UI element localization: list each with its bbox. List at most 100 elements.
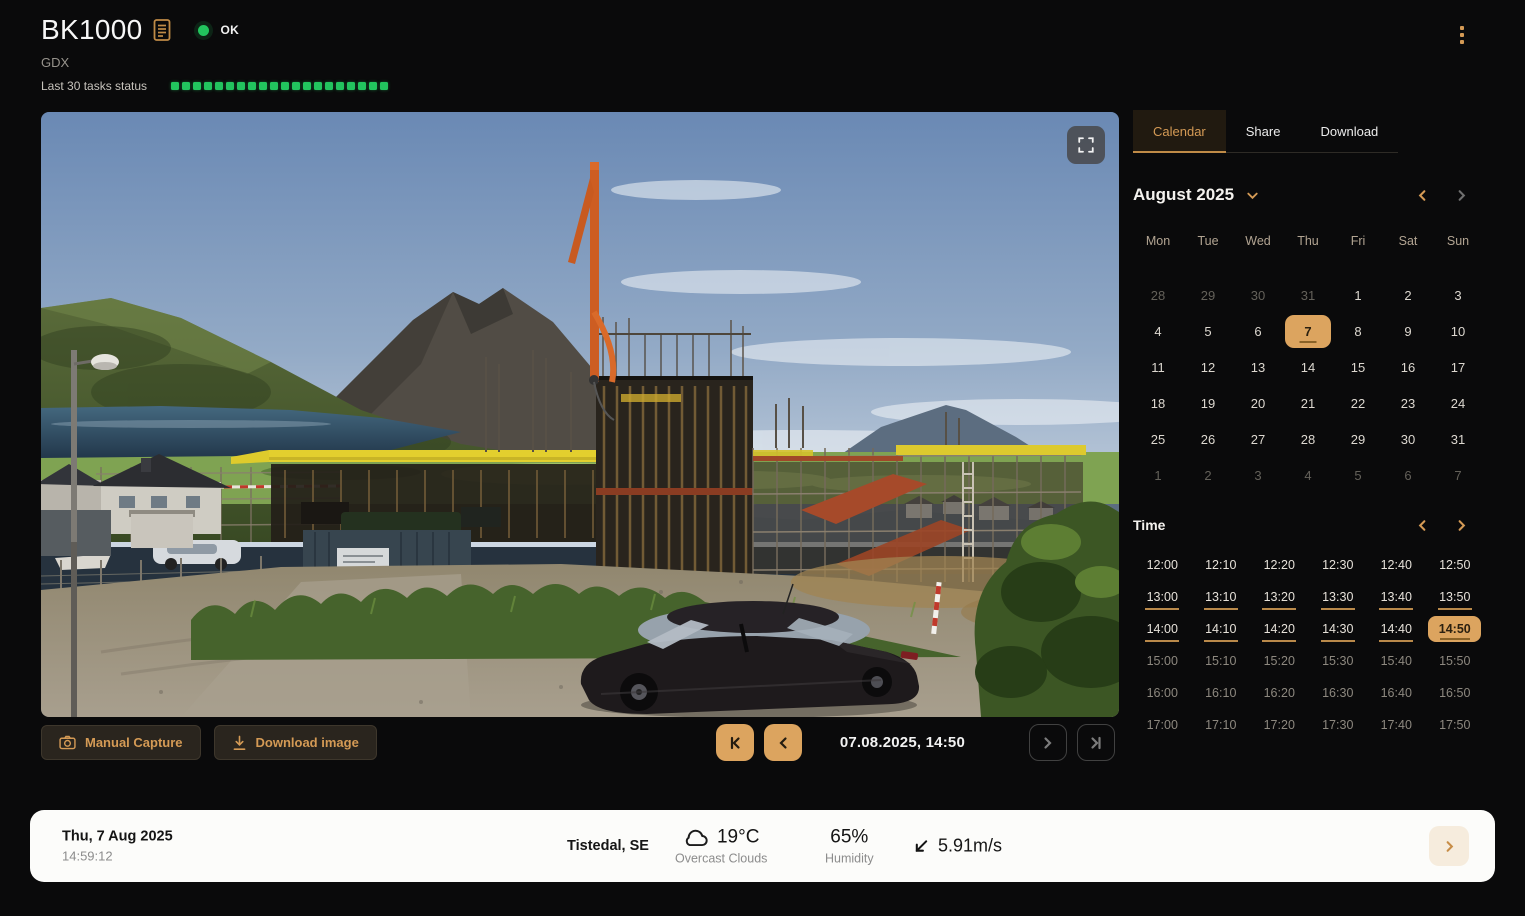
time-slot[interactable]: 13:50 [1426, 581, 1485, 613]
task-status-square [270, 82, 278, 90]
time-slot[interactable]: 13:00 [1133, 581, 1192, 613]
manual-capture-button[interactable]: Manual Capture [41, 725, 201, 760]
time-slot[interactable]: 13:40 [1367, 581, 1426, 613]
task-status-square [215, 82, 223, 90]
calendar-day[interactable]: 31 [1283, 277, 1333, 313]
weekday-label: Thu [1283, 225, 1333, 257]
calendar-day[interactable]: 10 [1433, 313, 1483, 349]
time-slot[interactable]: 12:40 [1367, 549, 1426, 581]
calendar-day[interactable]: 2 [1183, 457, 1233, 493]
task-status-square [303, 82, 311, 90]
tab[interactable]: Download [1300, 110, 1398, 152]
time-slot[interactable]: 12:50 [1426, 549, 1485, 581]
task-status-square [380, 82, 388, 90]
calendar-day[interactable]: 30 [1383, 421, 1433, 457]
calendar-day[interactable]: 2 [1383, 277, 1433, 313]
task-status-square [369, 82, 377, 90]
earlier-times-button[interactable] [1415, 518, 1430, 533]
calendar-day[interactable]: 9 [1383, 313, 1433, 349]
next-month-button [1454, 188, 1469, 203]
chevron-right-icon [1454, 518, 1469, 533]
calendar-day[interactable]: 19 [1183, 385, 1233, 421]
calendar-day[interactable]: 28 [1283, 421, 1333, 457]
calendar-day[interactable]: 1 [1133, 457, 1183, 493]
webcam-photo [41, 112, 1119, 717]
time-slot[interactable]: 13:20 [1250, 581, 1309, 613]
calendar-day[interactable]: 6 [1383, 457, 1433, 493]
calendar-day[interactable]: 11 [1133, 349, 1183, 385]
calendar-day[interactable]: 27 [1233, 421, 1283, 457]
task-status-square [171, 82, 179, 90]
calendar-day[interactable]: 4 [1133, 313, 1183, 349]
calendar-day[interactable]: 31 [1433, 421, 1483, 457]
calendar-day[interactable]: 30 [1233, 277, 1283, 313]
calendar-day[interactable]: 25 [1133, 421, 1183, 457]
calendar-day[interactable]: 17 [1433, 349, 1483, 385]
time-slot[interactable]: 13:30 [1309, 581, 1368, 613]
calendar-day[interactable]: 5 [1183, 313, 1233, 349]
weekday-label: Fri [1333, 225, 1383, 257]
humidity-label: Humidity [825, 852, 874, 866]
kebab-menu-icon[interactable] [1452, 24, 1472, 46]
time-slot[interactable]: 13:10 [1192, 581, 1251, 613]
month-dropdown[interactable] [1245, 188, 1260, 203]
calendar-day[interactable]: 29 [1333, 421, 1383, 457]
calendar-day[interactable]: 3 [1433, 277, 1483, 313]
document-icon[interactable] [152, 18, 172, 42]
calendar-day[interactable]: 3 [1233, 457, 1283, 493]
calendar-day[interactable]: 7 [1285, 315, 1331, 348]
page-title: BK1000 [41, 14, 142, 46]
time-slot[interactable]: 12:00 [1133, 549, 1192, 581]
calendar-day[interactable]: 22 [1333, 385, 1383, 421]
chevron-right-icon [1442, 839, 1457, 854]
download-image-button[interactable]: Download image [214, 725, 377, 760]
time-slot[interactable]: 14:10 [1192, 613, 1251, 645]
calendar-day[interactable]: 12 [1183, 349, 1233, 385]
time-slot[interactable]: 14:30 [1309, 613, 1368, 645]
last-image-button [1077, 724, 1115, 761]
calendar-day[interactable]: 21 [1283, 385, 1333, 421]
chevron-left-icon [775, 735, 791, 751]
chevron-last-icon [1088, 735, 1104, 751]
page-header: BK1000 OK GDX Last 30 tasks status [41, 14, 388, 93]
calendar-day[interactable]: 1 [1333, 277, 1383, 313]
tab[interactable]: Share [1226, 110, 1301, 152]
calendar-day[interactable]: 15 [1333, 349, 1383, 385]
time-slot[interactable]: 14:00 [1133, 613, 1192, 645]
later-times-button[interactable] [1454, 518, 1469, 533]
calendar-day[interactable]: 16 [1383, 349, 1433, 385]
calendar-day[interactable]: 5 [1333, 457, 1383, 493]
tab[interactable]: Calendar [1133, 110, 1226, 153]
calendar-day[interactable]: 24 [1433, 385, 1483, 421]
calendar-month-label: August 2025 [1133, 185, 1234, 205]
time-slot[interactable]: 14:40 [1367, 613, 1426, 645]
time-slot[interactable]: 14:50 [1428, 616, 1481, 642]
calendar-day[interactable]: 26 [1183, 421, 1233, 457]
chevron-left-icon [1415, 518, 1430, 533]
calendar-day[interactable]: 4 [1283, 457, 1333, 493]
previous-image-button[interactable] [764, 724, 802, 761]
time-slot[interactable]: 12:10 [1192, 549, 1251, 581]
time-slot[interactable]: 12:30 [1309, 549, 1368, 581]
time-slot: 15:00 [1133, 645, 1192, 677]
previous-month-button[interactable] [1415, 188, 1430, 203]
time-slot[interactable]: 14:20 [1250, 613, 1309, 645]
calendar-day[interactable]: 14 [1283, 349, 1333, 385]
calendar-day[interactable]: 29 [1183, 277, 1233, 313]
time-slot: 15:40 [1367, 645, 1426, 677]
calendar-day[interactable]: 8 [1333, 313, 1383, 349]
status-dot-icon [198, 25, 209, 36]
calendar-day[interactable]: 6 [1233, 313, 1283, 349]
calendar-day[interactable]: 13 [1233, 349, 1283, 385]
viewer-controls: Manual Capture Download image 07.08.2025… [41, 724, 1119, 761]
weather-condition: Overcast Clouds [675, 852, 767, 866]
calendar-day[interactable]: 23 [1383, 385, 1433, 421]
calendar-day[interactable]: 28 [1133, 277, 1183, 313]
calendar-day[interactable]: 20 [1233, 385, 1283, 421]
calendar-day[interactable]: 7 [1433, 457, 1483, 493]
calendar-day[interactable]: 18 [1133, 385, 1183, 421]
fullscreen-icon[interactable] [1067, 126, 1105, 164]
time-slot[interactable]: 12:20 [1250, 549, 1309, 581]
weather-next-button[interactable] [1429, 826, 1469, 866]
first-image-button[interactable] [716, 724, 754, 761]
